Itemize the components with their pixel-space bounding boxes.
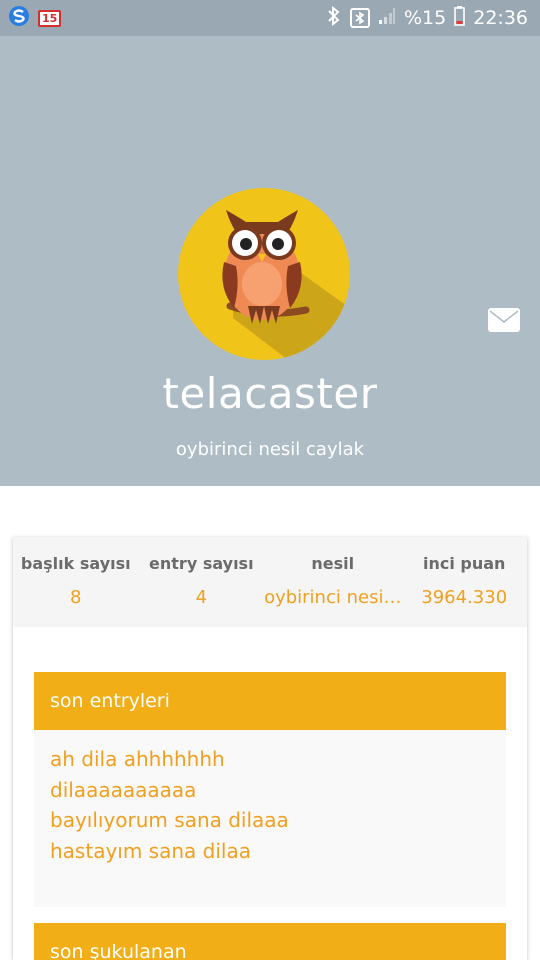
list-item[interactable]: bayılıyorum sana dilaaa bbox=[50, 805, 490, 836]
bluetooth-icon bbox=[326, 5, 342, 31]
recent-entries-header: son entryleri bbox=[34, 672, 506, 730]
battery-percent: %15 bbox=[404, 7, 447, 29]
username: telacaster bbox=[162, 369, 378, 418]
stat-value: oybirinci nesi… bbox=[264, 587, 402, 608]
bluetooth-box-icon bbox=[350, 8, 370, 28]
stat-value: 4 bbox=[195, 587, 208, 608]
profile-header: telacaster oybirinci nesil caylak bbox=[0, 36, 540, 486]
stat-points: inci puan 3964.330 bbox=[401, 537, 527, 627]
stats-card: başlık sayısı 8 entry sayısı 4 nesil oyb… bbox=[13, 537, 527, 960]
list-item[interactable]: ah dila ahhhhhhh bbox=[50, 744, 490, 775]
avatar[interactable] bbox=[178, 188, 350, 360]
stat-label: nesil bbox=[311, 554, 355, 573]
recent-upvoted-header: son şukulanan bbox=[34, 923, 506, 960]
stat-label: başlık sayısı bbox=[20, 554, 131, 573]
status-bar: 15 %15 22:36 bbox=[0, 0, 540, 36]
notification-badge: 15 bbox=[38, 9, 62, 27]
stat-entry-count: entry sayısı 4 bbox=[139, 537, 265, 627]
recent-entries-list: ah dila ahhhhhhh dilaaaaaaaaaa bayılıyor… bbox=[34, 730, 506, 907]
app-s-icon bbox=[8, 5, 30, 31]
section-title: son entryleri bbox=[50, 690, 170, 712]
signal-icon bbox=[378, 7, 396, 30]
mail-icon[interactable] bbox=[488, 308, 520, 332]
stat-topic-count: başlık sayısı 8 bbox=[13, 537, 139, 627]
stats-row: başlık sayısı 8 entry sayısı 4 nesil oyb… bbox=[13, 537, 527, 627]
stat-value: 3964.330 bbox=[421, 587, 508, 608]
stat-label: entry sayısı bbox=[149, 554, 254, 573]
owl-icon bbox=[222, 210, 350, 360]
stat-generation: nesil oybirinci nesi… bbox=[264, 537, 401, 627]
clock: 22:36 bbox=[473, 7, 528, 29]
stat-value: 8 bbox=[70, 587, 82, 608]
list-item[interactable]: hastayım sana dilaa bbox=[50, 836, 490, 867]
user-generation: oybirinci nesil caylak bbox=[175, 439, 365, 460]
list-item[interactable]: dilaaaaaaaaaa bbox=[50, 775, 490, 806]
stat-label: inci puan bbox=[422, 554, 506, 573]
section-title: son şukulanan bbox=[50, 941, 187, 960]
battery-icon bbox=[454, 5, 466, 31]
